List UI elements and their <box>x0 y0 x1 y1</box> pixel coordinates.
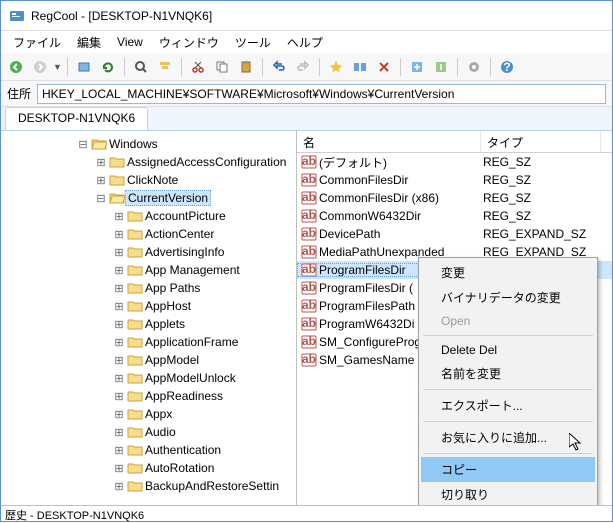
undo-icon[interactable] <box>268 56 290 78</box>
svg-text:ab: ab <box>302 317 316 330</box>
delete-icon[interactable] <box>373 56 395 78</box>
menu-window[interactable]: ウィンドウ <box>151 32 227 53</box>
tool-icon[interactable] <box>73 56 95 78</box>
list-row[interactable]: abDevicePathREG_EXPAND_SZ <box>297 225 612 243</box>
column-type[interactable]: タイプ <box>481 131 601 152</box>
context-menu-item[interactable]: バイナリデータの変更 <box>421 285 595 310</box>
address-label: 住所 <box>7 85 31 102</box>
tree-node[interactable]: ⊞AppModel <box>1 351 296 369</box>
paste-icon[interactable] <box>235 56 257 78</box>
tree-view[interactable]: ⊟Windows⊞AssignedAccessConfiguration⊞Cli… <box>1 131 297 505</box>
svg-text:ab: ab <box>302 353 316 366</box>
menu-bar: ファイル 編集 View ウィンドウ ツール ヘルプ <box>1 31 612 53</box>
app-icon <box>9 8 25 24</box>
list-view[interactable]: 名 タイプ ab(デフォルト)REG_SZabCommonFilesDirREG… <box>297 131 612 505</box>
forward-button[interactable] <box>29 56 51 78</box>
cut-icon[interactable] <box>187 56 209 78</box>
redo-icon[interactable] <box>292 56 314 78</box>
tree-node[interactable]: ⊞App Paths <box>1 279 296 297</box>
menu-separator <box>423 421 593 422</box>
help-icon[interactable]: ? <box>496 56 518 78</box>
tree-node[interactable]: ⊞AppModelUnlock <box>1 369 296 387</box>
column-name[interactable]: 名 <box>297 131 481 152</box>
title-bar: RegCool - [DESKTOP-N1VNQK6] <box>1 1 612 31</box>
dropdown-icon[interactable]: ▼ <box>53 62 62 72</box>
list-row[interactable]: abCommonFilesDirREG_SZ <box>297 171 612 189</box>
tree-node[interactable]: ⊞ActionCenter <box>1 225 296 243</box>
svg-text:?: ? <box>503 60 510 74</box>
list-row[interactable]: ab(デフォルト)REG_SZ <box>297 153 612 171</box>
menu-separator <box>423 389 593 390</box>
svg-text:ab: ab <box>302 281 316 294</box>
svg-text:ab: ab <box>302 245 316 258</box>
tree-node[interactable]: ⊞AdvertisingInfo <box>1 243 296 261</box>
context-menu-item: Open <box>421 310 595 332</box>
tree-node[interactable]: ⊞AssignedAccessConfiguration <box>1 153 296 171</box>
settings-icon[interactable] <box>463 56 485 78</box>
tree-node[interactable]: ⊞Authentication <box>1 441 296 459</box>
tree-node[interactable]: ⊞App Management <box>1 261 296 279</box>
svg-text:ab: ab <box>302 155 316 168</box>
context-menu-item[interactable]: エクスポート... <box>421 393 595 418</box>
tree-node[interactable]: ⊞AppHost <box>1 297 296 315</box>
context-menu-item[interactable]: 切り取り <box>421 482 595 505</box>
context-menu-item[interactable]: 変更 <box>421 260 595 285</box>
tree-node[interactable]: ⊟Windows <box>1 135 296 153</box>
filter-icon[interactable] <box>154 56 176 78</box>
tree-node[interactable]: ⊞ClickNote <box>1 171 296 189</box>
address-bar: 住所 <box>1 81 612 107</box>
context-menu-item[interactable]: お気に入りに追加... <box>421 425 595 450</box>
context-menu-item[interactable]: コピー <box>421 457 595 482</box>
tree-node[interactable]: ⊞Appx <box>1 405 296 423</box>
tree-node[interactable]: ⊞AccountPicture <box>1 207 296 225</box>
tree-node[interactable]: ⊞ApplicationFrame <box>1 333 296 351</box>
back-button[interactable] <box>5 56 27 78</box>
tree-node[interactable]: ⊞AppReadiness <box>1 387 296 405</box>
address-input[interactable] <box>37 84 606 104</box>
context-menu-item[interactable]: Delete Del <box>421 339 595 361</box>
export-icon[interactable] <box>406 56 428 78</box>
tree-node[interactable]: ⊞BackupAndRestoreSettin <box>1 477 296 495</box>
tree-node[interactable]: ⊟CurrentVersion <box>1 189 296 207</box>
tree-node[interactable]: ⊞AutoRotation <box>1 459 296 477</box>
svg-text:ab: ab <box>302 173 316 186</box>
search-icon[interactable] <box>130 56 152 78</box>
list-row[interactable]: abCommonW6432DirREG_SZ <box>297 207 612 225</box>
context-menu: 変更バイナリデータの変更Open Delete Del名前を変更エクスポート...… <box>418 257 598 505</box>
menu-file[interactable]: ファイル <box>5 32 69 53</box>
tab-bar: DESKTOP-N1VNQK6 <box>1 107 612 131</box>
svg-text:ab: ab <box>302 191 316 204</box>
menu-separator <box>423 453 593 454</box>
svg-text:ab: ab <box>302 209 316 222</box>
toolbar: ▼ ? <box>1 53 612 81</box>
tree-node[interactable]: ⊞Audio <box>1 423 296 441</box>
menu-separator <box>423 335 593 336</box>
list-row[interactable]: abCommonFilesDir (x86)REG_SZ <box>297 189 612 207</box>
svg-text:ab: ab <box>302 227 316 240</box>
tab-desktop[interactable]: DESKTOP-N1VNQK6 <box>5 107 148 130</box>
svg-text:ab: ab <box>302 263 316 276</box>
menu-help[interactable]: ヘルプ <box>279 32 331 53</box>
svg-text:ab: ab <box>302 335 316 348</box>
svg-text:ab: ab <box>302 299 316 312</box>
menu-tools[interactable]: ツール <box>227 32 279 53</box>
context-menu-item[interactable]: 名前を変更 <box>421 361 595 386</box>
copy-icon[interactable] <box>211 56 233 78</box>
menu-view[interactable]: View <box>109 33 151 51</box>
menu-edit[interactable]: 編集 <box>69 32 109 53</box>
compare-icon[interactable] <box>349 56 371 78</box>
tree-node[interactable]: ⊞Applets <box>1 315 296 333</box>
window-title: RegCool - [DESKTOP-N1VNQK6] <box>31 9 212 23</box>
refresh-icon[interactable] <box>97 56 119 78</box>
history-bar: 歴史 - DESKTOP-N1VNQK6 <box>1 505 612 521</box>
import-icon[interactable] <box>430 56 452 78</box>
favorite-icon[interactable] <box>325 56 347 78</box>
